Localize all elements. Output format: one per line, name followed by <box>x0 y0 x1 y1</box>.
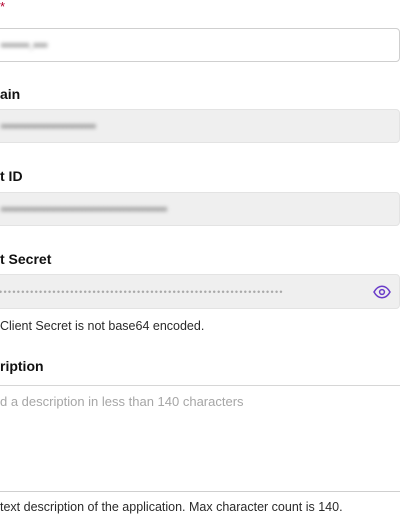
name-value: ••••••.••• <box>1 37 48 53</box>
client-id-field[interactable]: ••••••••••••••••••••••••••••••••••• <box>0 192 400 226</box>
domain-field[interactable]: •••••••••••••••••••• <box>0 109 400 143</box>
client-id-value: ••••••••••••••••••••••••••••••••••• <box>1 201 168 217</box>
application-form: * ••••••.••• ain •••••••••••••••••••• t … <box>0 0 400 516</box>
client-secret-masked-value: ••••••••••••••••••••••••••••••••••••••••… <box>0 286 284 297</box>
name-input[interactable]: ••••••.••• <box>0 28 400 62</box>
description-textarea[interactable]: d a description in less than 140 charact… <box>0 385 400 492</box>
domain-label: ain <box>0 86 21 102</box>
client-secret-label: t Secret <box>0 251 52 267</box>
eye-icon[interactable] <box>373 284 391 299</box>
client-id-label: t ID <box>0 168 23 184</box>
description-helper: text description of the application. Max… <box>0 500 343 514</box>
client-secret-helper: Client Secret is not base64 encoded. <box>0 319 205 333</box>
client-secret-field[interactable]: ••••••••••••••••••••••••••••••••••••••••… <box>0 274 400 309</box>
description-label: ription <box>0 358 44 374</box>
domain-value: •••••••••••••••••••• <box>1 118 97 134</box>
description-placeholder: d a description in less than 140 charact… <box>0 394 244 409</box>
required-marker: * <box>0 0 6 14</box>
